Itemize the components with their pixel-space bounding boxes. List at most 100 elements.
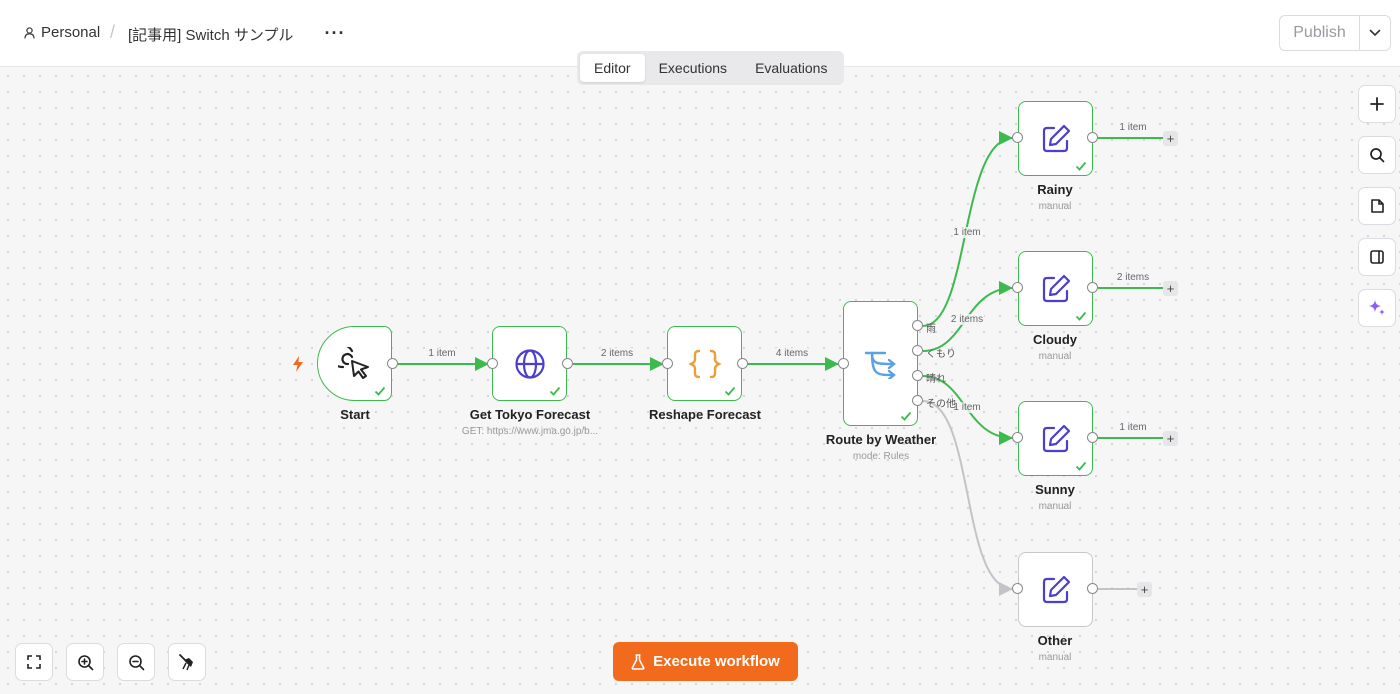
node-subtitle-sunny: manual [1038,501,1072,512]
output-handle-route-rain[interactable] [912,320,923,331]
input-handle-cloudy[interactable] [1012,282,1023,293]
edge-label-reshape-route: 4 items [774,348,810,359]
output-handle-other[interactable] [1087,583,1098,594]
add-node-after-sunny-button[interactable]: + [1163,431,1178,446]
globe-icon [514,348,545,379]
success-check-icon [1075,311,1087,321]
sticky-note-icon [1371,199,1384,213]
output-label-other: その他 [926,399,956,410]
node-label-start: Start [340,407,370,422]
node-label-route: Route by Weather [825,432,937,447]
zoom-in-button[interactable] [66,643,104,681]
fit-view-button[interactable] [15,643,53,681]
breadcrumb-personal-label: Personal [41,24,101,41]
success-check-icon [724,386,736,396]
switch-icon [864,351,896,379]
trigger-bolt-icon [293,356,303,372]
output-handle-route-other[interactable] [912,395,923,406]
view-tabs: Editor Executions Evaluations [577,51,845,85]
breadcrumb-personal[interactable]: Personal [24,24,100,41]
input-handle-sunny[interactable] [1012,432,1023,443]
breadcrumb-separator: / [110,22,116,42]
fit-view-icon [27,655,41,669]
zoom-out-icon [128,654,144,670]
edit-icon [1042,124,1070,152]
output-handle-get-forecast[interactable] [562,358,573,369]
sticky-note-button[interactable] [1358,187,1396,225]
code-braces-icon [687,349,722,378]
success-check-icon [1075,161,1087,171]
input-handle-get-forecast[interactable] [487,358,498,369]
edge-label-rainy-out: 1 item [1118,122,1148,133]
add-node-after-other-button[interactable]: + [1137,582,1152,597]
node-label-reshape: Reshape Forecast [649,407,761,422]
publish-button[interactable]: Publish [1280,16,1360,50]
publish-dropdown-button[interactable] [1360,16,1390,50]
panel-right-icon [1370,250,1384,264]
ai-assistant-button[interactable] [1358,289,1396,327]
execute-workflow-label: Execute workflow [653,653,780,670]
node-label-rainy: Rainy [1037,182,1073,197]
output-handle-rainy[interactable] [1087,132,1098,143]
cursor-click-icon [337,346,369,379]
edge-label-start-get: 1 item [427,348,457,359]
workflow-title[interactable]: [記事用] Switch サンプル [128,24,293,45]
add-node-button[interactable] [1358,85,1396,123]
node-route[interactable] [843,301,918,426]
node-get-forecast[interactable] [492,326,567,401]
output-label-rain: 雨 [926,324,936,335]
edit-icon [1042,575,1070,603]
success-check-icon [900,411,912,421]
broom-icon [179,654,193,671]
output-handle-route-sunny[interactable] [912,370,923,381]
output-handle-route-cloudy[interactable] [912,345,923,356]
execute-workflow-button[interactable]: Execute workflow [613,642,798,681]
edit-icon [1042,424,1070,452]
node-label-sunny: Sunny [1035,482,1075,497]
node-sunny[interactable] [1018,401,1093,476]
publish-group: Publish [1279,15,1391,51]
node-label-cloudy: Cloudy [1032,332,1078,347]
add-node-after-cloudy-button[interactable]: + [1163,281,1178,296]
edge-label-route-sunny: 1 item [952,402,982,413]
input-handle-route[interactable] [838,358,849,369]
output-handle-start[interactable] [387,358,398,369]
sparkle-icon [1369,300,1385,315]
success-check-icon [1075,461,1087,471]
output-handle-sunny[interactable] [1087,432,1098,443]
edit-icon [1042,274,1070,302]
plus-icon [1370,97,1384,111]
toggle-panel-button[interactable] [1358,238,1396,276]
tab-evaluations[interactable]: Evaluations [741,54,841,82]
node-subtitle-cloudy: manual [1038,351,1072,362]
edge-label-sunny-out: 1 item [1118,422,1148,433]
success-check-icon [549,386,561,396]
node-start[interactable] [317,326,392,401]
node-cloudy[interactable] [1018,251,1093,326]
add-node-after-rainy-button[interactable]: + [1163,131,1178,146]
output-label-sunny: 晴れ [926,374,946,385]
edge-label-route-rainy: 1 item [952,227,982,238]
node-rainy[interactable] [1018,101,1093,176]
output-handle-reshape[interactable] [737,358,748,369]
search-icon [1370,148,1385,163]
input-handle-reshape[interactable] [662,358,673,369]
tab-executions[interactable]: Executions [645,54,741,82]
edge-label-get-reshape: 2 items [599,348,635,359]
edge-label-cloudy-out: 2 items [1115,272,1151,283]
tidy-up-button[interactable] [168,643,206,681]
node-label-other: Other [1037,633,1073,648]
search-nodes-button[interactable] [1358,136,1396,174]
tab-editor[interactable]: Editor [580,54,645,82]
output-label-cloudy: くもり [926,349,956,360]
zoom-out-button[interactable] [117,643,155,681]
input-handle-other[interactable] [1012,583,1023,594]
chevron-down-icon [1369,29,1381,37]
output-handle-cloudy[interactable] [1087,282,1098,293]
node-reshape[interactable] [667,326,742,401]
flask-icon [631,653,645,670]
more-options-button[interactable]: ··· [322,20,348,46]
node-other[interactable] [1018,552,1093,627]
user-icon [24,26,35,39]
input-handle-rainy[interactable] [1012,132,1023,143]
